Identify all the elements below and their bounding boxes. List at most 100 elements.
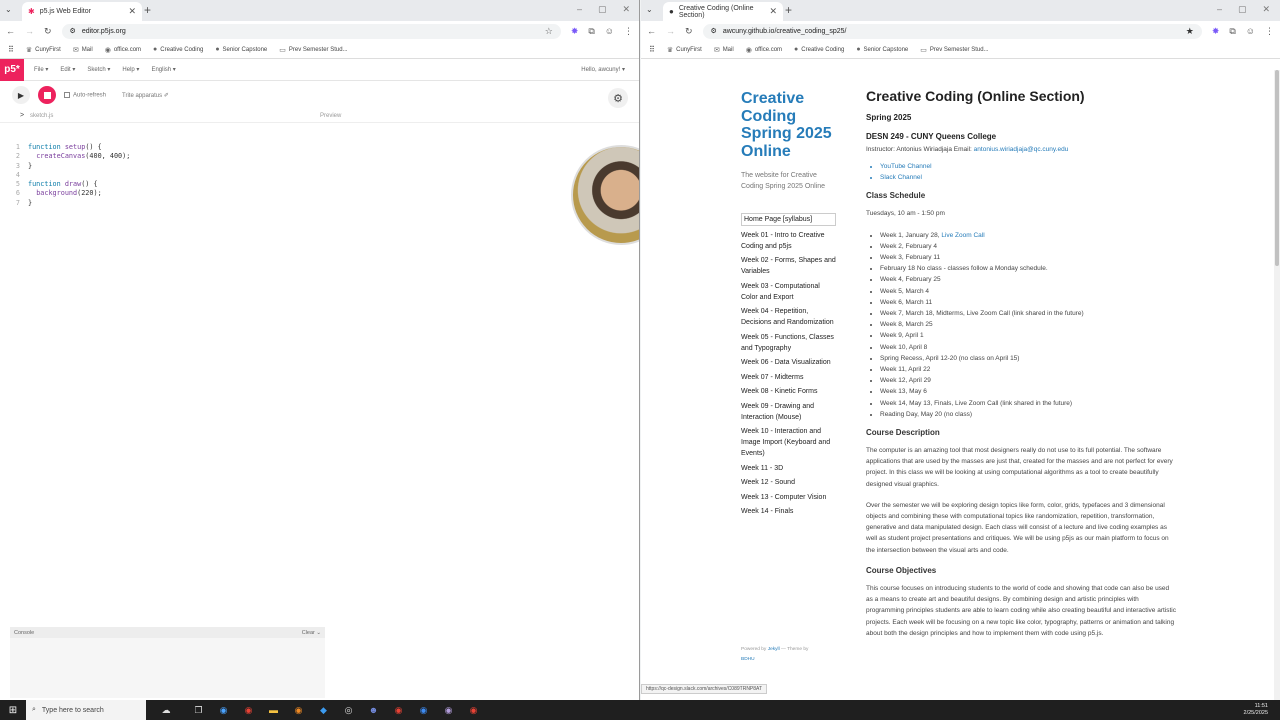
maximize-icon[interactable]: ▢ xyxy=(1238,4,1247,15)
tab-creative-coding[interactable]: ● Creative Coding (Online Section) ✕ xyxy=(663,2,783,21)
weather-widget-icon[interactable]: ☁ xyxy=(146,705,186,716)
stop-button[interactable] xyxy=(38,86,56,104)
nav-item[interactable]: Week 04 - Repetition, Decisions and Rand… xyxy=(741,306,836,328)
reload-icon[interactable]: ↻ xyxy=(44,26,52,37)
code-line[interactable]: 1 function setup() { xyxy=(14,143,130,152)
extensions-puzzle-icon[interactable]: ⧉ xyxy=(1229,26,1235,37)
scrollbar-thumb[interactable] xyxy=(1275,70,1279,266)
nav-item[interactable]: Week 10 - Interaction and Image Import (… xyxy=(741,426,836,459)
nav-item[interactable]: Week 01 - Intro to Creative Coding and p… xyxy=(741,230,836,252)
vscode-icon[interactable]: ◆ xyxy=(311,705,336,716)
edge-icon[interactable]: ◉ xyxy=(211,705,236,716)
bookmark-star-icon[interactable]: ☆ xyxy=(545,26,553,37)
menu-kebab-icon[interactable]: ⋮ xyxy=(1265,26,1274,37)
bookmark-prev-semester[interactable]: ▭ Prev Semester Stud... xyxy=(920,46,988,54)
code-editor[interactable]: 1 function setup() {2 createCanvas(400, 4… xyxy=(14,143,130,208)
site-info-icon[interactable]: ⚙ xyxy=(70,27,76,35)
bookmark-mail[interactable]: ✉ Mail xyxy=(73,46,93,54)
code-line[interactable]: 7} xyxy=(14,199,130,208)
firefox-icon[interactable]: ◉ xyxy=(286,705,311,716)
app-icon[interactable]: ◉ xyxy=(436,705,461,716)
nav-item[interactable]: Week 08 - Kinetic Forms xyxy=(741,386,836,397)
tab-search-icon[interactable]: ⌄ xyxy=(646,5,653,14)
bdhu-link[interactable]: BDHU xyxy=(741,657,755,662)
new-tab-button[interactable]: + xyxy=(785,3,792,17)
extension-icon[interactable]: ✸ xyxy=(571,26,579,37)
menu-language[interactable]: English ▾ xyxy=(151,66,175,73)
nav-item[interactable]: Week 03 - Computational Color and Export xyxy=(741,281,836,303)
settings-gear-icon[interactable]: ⚙ xyxy=(608,88,628,108)
code-line[interactable]: 5 function draw() { xyxy=(14,180,130,189)
close-window-icon[interactable]: ✕ xyxy=(1263,4,1271,15)
back-icon[interactable]: ← xyxy=(647,26,656,36)
menu-file[interactable]: File ▾ xyxy=(34,66,48,73)
youtube-link[interactable]: YouTube Channel xyxy=(880,161,1176,172)
tab-p5-editor[interactable]: ✱ p5.js Web Editor ✕ xyxy=(22,2,142,21)
zoom-icon[interactable]: ◉ xyxy=(411,705,436,716)
nav-item[interactable]: Week 05 - Functions, Classes and Typogra… xyxy=(741,332,836,354)
chrome-icon-3[interactable]: ◉ xyxy=(461,705,486,716)
minimize-icon[interactable]: – xyxy=(1217,4,1222,15)
reload-icon[interactable]: ↻ xyxy=(685,26,693,37)
auto-refresh-toggle[interactable]: Auto-refresh xyxy=(64,91,106,98)
slack-link[interactable]: Slack Channel xyxy=(880,172,1176,183)
nav-item[interactable]: Week 12 - Sound xyxy=(741,477,836,488)
chrome-icon-2[interactable]: ◉ xyxy=(386,705,411,716)
discord-icon[interactable]: ☻ xyxy=(361,705,386,715)
address-bar[interactable]: ⚙ awcuny.github.io/creative_coding_sp25/… xyxy=(702,23,1202,39)
tab-search-icon[interactable]: ⌄ xyxy=(5,5,12,14)
code-line[interactable]: 2 createCanvas(400, 400); xyxy=(14,152,130,161)
p5-logo[interactable]: p5* xyxy=(0,58,24,81)
task-view-icon[interactable]: ❐ xyxy=(186,705,211,716)
apps-grid-icon[interactable]: ⠿ xyxy=(8,45,14,54)
close-tab-icon[interactable]: ✕ xyxy=(769,6,777,17)
profile-icon[interactable]: ☺ xyxy=(605,26,614,36)
nav-item[interactable]: Home Page [syllabus] xyxy=(741,213,836,226)
menu-edit[interactable]: Edit ▾ xyxy=(60,66,75,73)
site-info-icon[interactable]: ⚙ xyxy=(711,27,717,35)
code-line[interactable]: 4 xyxy=(14,171,130,180)
nav-item[interactable]: Week 07 - Midterms xyxy=(741,372,836,383)
email-link[interactable]: antonius.wiriadjaja@qc.cuny.edu xyxy=(974,146,1069,153)
site-title[interactable]: Creative Coding Spring 2025 Online xyxy=(741,90,851,160)
code-line[interactable]: 6 background(220); xyxy=(14,189,130,198)
address-bar[interactable]: ⚙ editor.p5js.org ☆ xyxy=(61,23,561,39)
forward-icon[interactable]: → xyxy=(666,26,675,36)
close-tab-icon[interactable]: ✕ xyxy=(128,6,136,17)
sketch-name[interactable]: Trite apparatus ✐ xyxy=(122,92,169,99)
obs-icon[interactable]: ◎ xyxy=(336,705,361,716)
extension-icon[interactable]: ✸ xyxy=(1212,26,1220,37)
apps-grid-icon[interactable]: ⠿ xyxy=(649,45,655,54)
nav-item[interactable]: Week 06 - Data Visualization xyxy=(741,357,836,368)
close-window-icon[interactable]: ✕ xyxy=(623,4,631,15)
bookmark-office[interactable]: ◉ office.com xyxy=(105,46,141,54)
bookmark-senior-capstone[interactable]: ● Senior Capstone xyxy=(215,46,267,53)
expand-sidebar-icon[interactable]: > xyxy=(0,112,30,119)
code-line[interactable]: 3} xyxy=(14,162,130,171)
zoom-link[interactable]: Live Zoom Call xyxy=(941,232,984,239)
system-clock[interactable]: 11:51 2/25/2025 xyxy=(1244,703,1268,717)
console-header[interactable]: Console Clear ⌄ xyxy=(10,627,325,638)
taskbar-search[interactable]: ⌕ Type here to search xyxy=(26,700,146,720)
nav-item[interactable]: Week 14 - Finals xyxy=(741,506,836,517)
new-tab-button[interactable]: + xyxy=(144,3,151,17)
profile-icon[interactable]: ☺ xyxy=(1246,26,1255,36)
bookmark-cunyfirst[interactable]: ♛ CunyFirst xyxy=(667,46,702,54)
user-menu[interactable]: Hello, awcuny! ▾ xyxy=(581,66,625,73)
bookmark-star-icon[interactable]: ★ xyxy=(1186,26,1194,37)
jekyll-link[interactable]: Jekyll xyxy=(768,647,780,652)
page-scrollbar[interactable] xyxy=(1274,70,1280,700)
back-icon[interactable]: ← xyxy=(6,26,15,36)
play-button[interactable]: ▶ xyxy=(12,86,30,104)
extensions-puzzle-icon[interactable]: ⧉ xyxy=(588,26,594,37)
maximize-icon[interactable]: ▢ xyxy=(598,4,607,15)
auto-refresh-checkbox[interactable] xyxy=(64,91,70,98)
minimize-icon[interactable]: – xyxy=(577,4,582,15)
file-explorer-icon[interactable]: ▬ xyxy=(261,705,286,715)
file-name[interactable]: sketch.js xyxy=(30,113,320,119)
bookmark-creative-coding[interactable]: ● Creative Coding xyxy=(794,46,844,53)
menu-sketch[interactable]: Sketch ▾ xyxy=(87,66,110,73)
bookmark-mail[interactable]: ✉ Mail xyxy=(714,46,734,54)
nav-item[interactable]: Week 13 - Computer Vision xyxy=(741,492,836,503)
bookmark-creative-coding[interactable]: ● Creative Coding xyxy=(153,46,203,53)
